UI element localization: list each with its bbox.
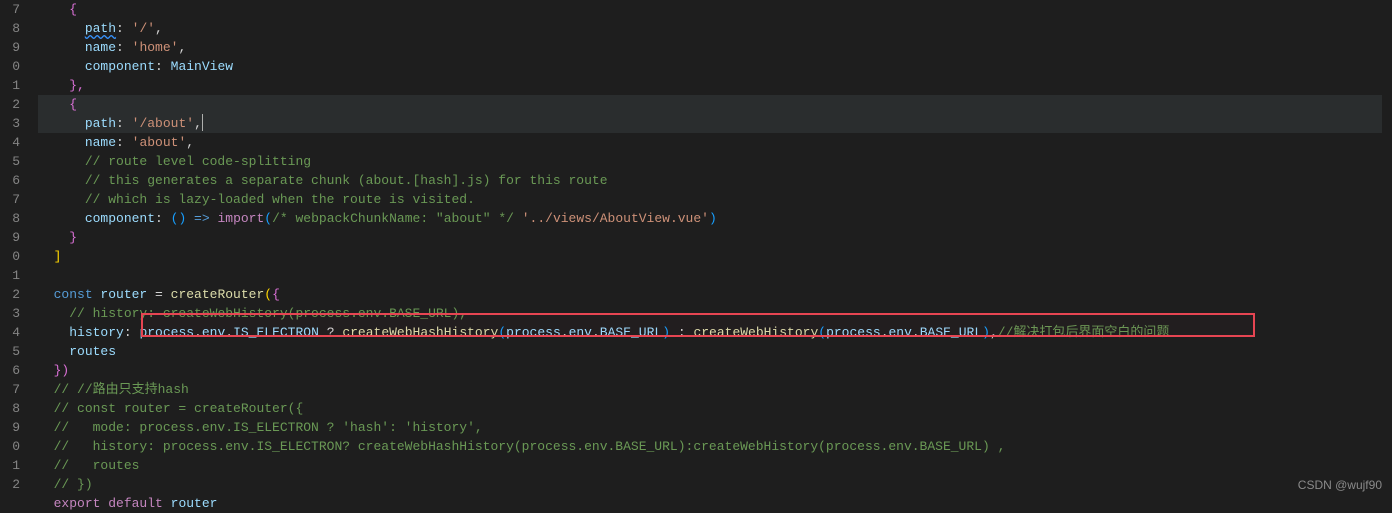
code-line[interactable] xyxy=(38,266,1392,285)
line-number: 8 xyxy=(0,19,20,38)
line-number: 9 xyxy=(0,418,20,437)
code-editor[interactable]: 7 8 9 0 1 2 3 4 5 6 7 8 9 0 1 2 3 4 5 6 … xyxy=(0,0,1392,501)
line-number: 1 xyxy=(0,266,20,285)
code-line[interactable]: history: process.env.IS_ELECTRON ? creat… xyxy=(38,323,1392,342)
code-line[interactable]: // this generates a separate chunk (abou… xyxy=(38,171,1392,190)
line-number: 8 xyxy=(0,399,20,418)
watermark: CSDN @wujf90 xyxy=(1298,476,1382,495)
code-line[interactable]: // history: process.env.IS_ELECTRON? cre… xyxy=(38,437,1392,456)
line-number-gutter: 7 8 9 0 1 2 3 4 5 6 7 8 9 0 1 2 3 4 5 6 … xyxy=(0,0,28,501)
line-number: 7 xyxy=(0,190,20,209)
line-number: 5 xyxy=(0,342,20,361)
line-number: 0 xyxy=(0,57,20,76)
line-number: 1 xyxy=(0,456,20,475)
code-line[interactable]: // //路由只支持hash xyxy=(38,380,1392,399)
line-number: 3 xyxy=(0,114,20,133)
line-number: 6 xyxy=(0,361,20,380)
line-number: 0 xyxy=(0,247,20,266)
code-area[interactable]: { path: '/', name: 'home', component: Ma… xyxy=(28,0,1392,501)
code-line-active[interactable]: { xyxy=(38,95,1392,114)
code-line[interactable]: routes xyxy=(38,342,1392,361)
line-number: 1 xyxy=(0,76,20,95)
code-line[interactable]: component: MainView xyxy=(38,57,1392,76)
code-line[interactable]: // const router = createRouter({ xyxy=(38,399,1392,418)
code-line[interactable]: ] xyxy=(38,247,1392,266)
code-line[interactable]: // mode: process.env.IS_ELECTRON ? 'hash… xyxy=(38,418,1392,437)
code-line[interactable]: } xyxy=(38,228,1392,247)
line-number: 9 xyxy=(0,38,20,57)
line-number: 5 xyxy=(0,152,20,171)
line-number: 8 xyxy=(0,209,20,228)
code-line[interactable]: }, xyxy=(38,76,1392,95)
code-line[interactable]: const router = createRouter({ xyxy=(38,285,1392,304)
code-line[interactable]: name: 'about', xyxy=(38,133,1392,152)
line-number: 6 xyxy=(0,171,20,190)
code-line[interactable]: // which is lazy-loaded when the route i… xyxy=(38,190,1392,209)
line-number: 9 xyxy=(0,228,20,247)
code-line[interactable]: // }) xyxy=(38,475,1392,494)
line-number: 0 xyxy=(0,437,20,456)
code-line[interactable]: component: () => import(/* webpackChunkN… xyxy=(38,209,1392,228)
code-line[interactable]: }) xyxy=(38,361,1392,380)
code-line[interactable]: name: 'home', xyxy=(38,38,1392,57)
code-line[interactable]: path: '/', xyxy=(38,19,1392,38)
line-number: 4 xyxy=(0,323,20,342)
minimap[interactable] xyxy=(1382,0,1392,501)
line-number: 2 xyxy=(0,285,20,304)
text-cursor xyxy=(202,114,203,131)
code-line[interactable]: { xyxy=(38,0,1392,19)
code-line[interactable]: // history: createWebHistory(process.env… xyxy=(38,304,1392,323)
line-number: 4 xyxy=(0,133,20,152)
code-line-active[interactable]: path: '/about', xyxy=(38,114,1392,133)
line-number: 2 xyxy=(0,95,20,114)
code-line[interactable]: // routes xyxy=(38,456,1392,475)
code-line[interactable]: // route level code-splitting xyxy=(38,152,1392,171)
line-number: 2 xyxy=(0,475,20,494)
line-number: 7 xyxy=(0,0,20,19)
code-line[interactable]: export default router xyxy=(38,494,1392,513)
line-number: 3 xyxy=(0,304,20,323)
line-number: 7 xyxy=(0,380,20,399)
